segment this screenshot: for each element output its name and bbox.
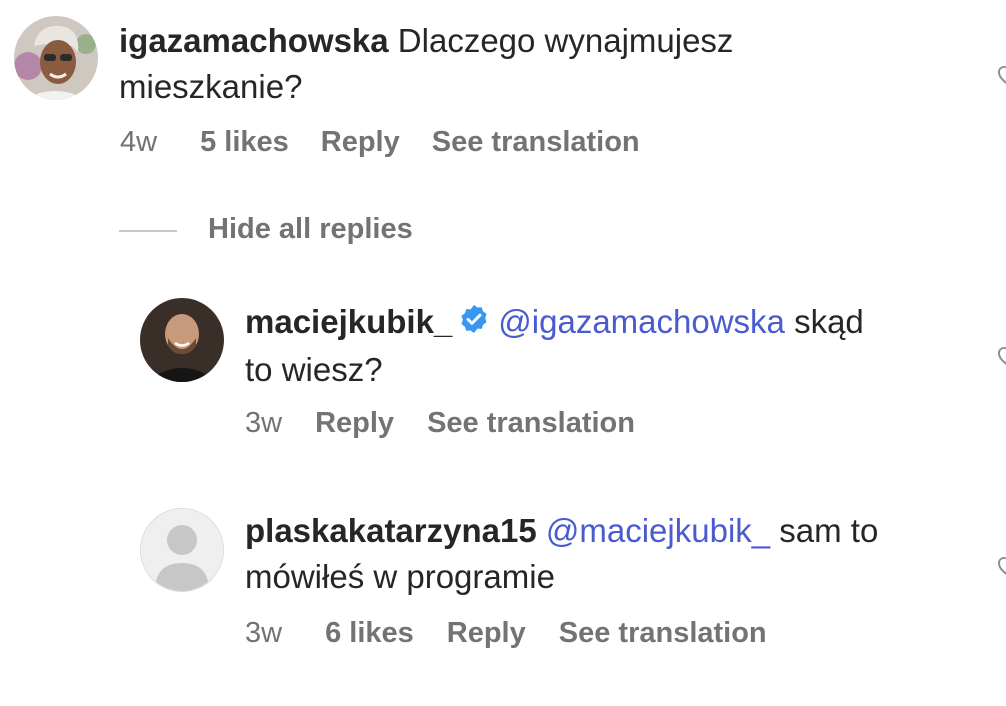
reply-body: skąd <box>794 303 864 340</box>
avatar[interactable] <box>14 16 98 100</box>
comment-username[interactable]: igazamachowska <box>119 22 389 59</box>
reply-likes-count[interactable]: 6 likes <box>325 617 414 650</box>
comment-body: Dlaczego wynajmujesz <box>397 22 734 59</box>
see-translation-link[interactable]: See translation <box>432 126 640 159</box>
reply-line-1: maciejkubik_ @igazamachowska skąd <box>245 299 965 347</box>
avatar[interactable] <box>140 298 224 382</box>
see-translation-link[interactable]: See translation <box>559 617 767 650</box>
user-photo-icon <box>14 16 98 100</box>
avatar[interactable] <box>140 508 224 592</box>
mention-link[interactable]: @maciejkubik_ <box>546 512 770 549</box>
like-heart-icon[interactable] <box>996 343 1006 369</box>
reply-timestamp: 3w <box>245 617 283 649</box>
like-heart-icon[interactable] <box>996 553 1006 579</box>
reply-line-1: plaskakatarzyna15 @maciejkubik_ sam to <box>245 508 965 554</box>
comment-line-2: mieszkanie? <box>119 68 303 105</box>
reply-username[interactable]: maciejkubik_ <box>245 303 452 340</box>
comment-text: igazamachowska Dlaczego wynajmujesz mies… <box>119 18 959 110</box>
comment-likes-count[interactable]: 5 likes <box>200 126 289 159</box>
reply-text: plaskakatarzyna15 @maciejkubik_ sam to m… <box>245 508 965 600</box>
reply-text: maciejkubik_ @igazamachowska skąd to wies… <box>245 299 965 393</box>
hide-replies-button[interactable]: Hide all replies <box>208 213 413 246</box>
reply-button[interactable]: Reply <box>447 617 526 650</box>
comment-timestamp: 4w <box>120 126 158 158</box>
reply-meta: 3w Reply See translation <box>245 407 635 440</box>
reply-username[interactable]: plaskakatarzyna15 <box>245 512 537 549</box>
user-photo-icon <box>140 298 224 382</box>
replies-divider <box>119 230 177 232</box>
reply-line-2: to wiesz? <box>245 351 383 389</box>
verified-badge-icon <box>458 301 490 347</box>
reply-timestamp: 3w <box>245 407 283 439</box>
reply-body: sam to <box>779 512 879 549</box>
comment-line-1: igazamachowska Dlaczego wynajmujesz <box>119 18 959 64</box>
reply-button[interactable]: Reply <box>321 126 400 159</box>
mention-link[interactable]: @igazamachowska <box>498 303 785 340</box>
default-avatar-icon <box>141 509 223 591</box>
like-heart-icon[interactable] <box>996 62 1006 88</box>
reply-button[interactable]: Reply <box>315 407 394 440</box>
see-translation-link[interactable]: See translation <box>427 407 635 440</box>
comment-meta: 4w 5 likes Reply See translation <box>120 126 640 159</box>
reply-line-2: mówiłeś w programie <box>245 558 555 595</box>
reply-meta: 3w 6 likes Reply See translation <box>245 617 767 650</box>
